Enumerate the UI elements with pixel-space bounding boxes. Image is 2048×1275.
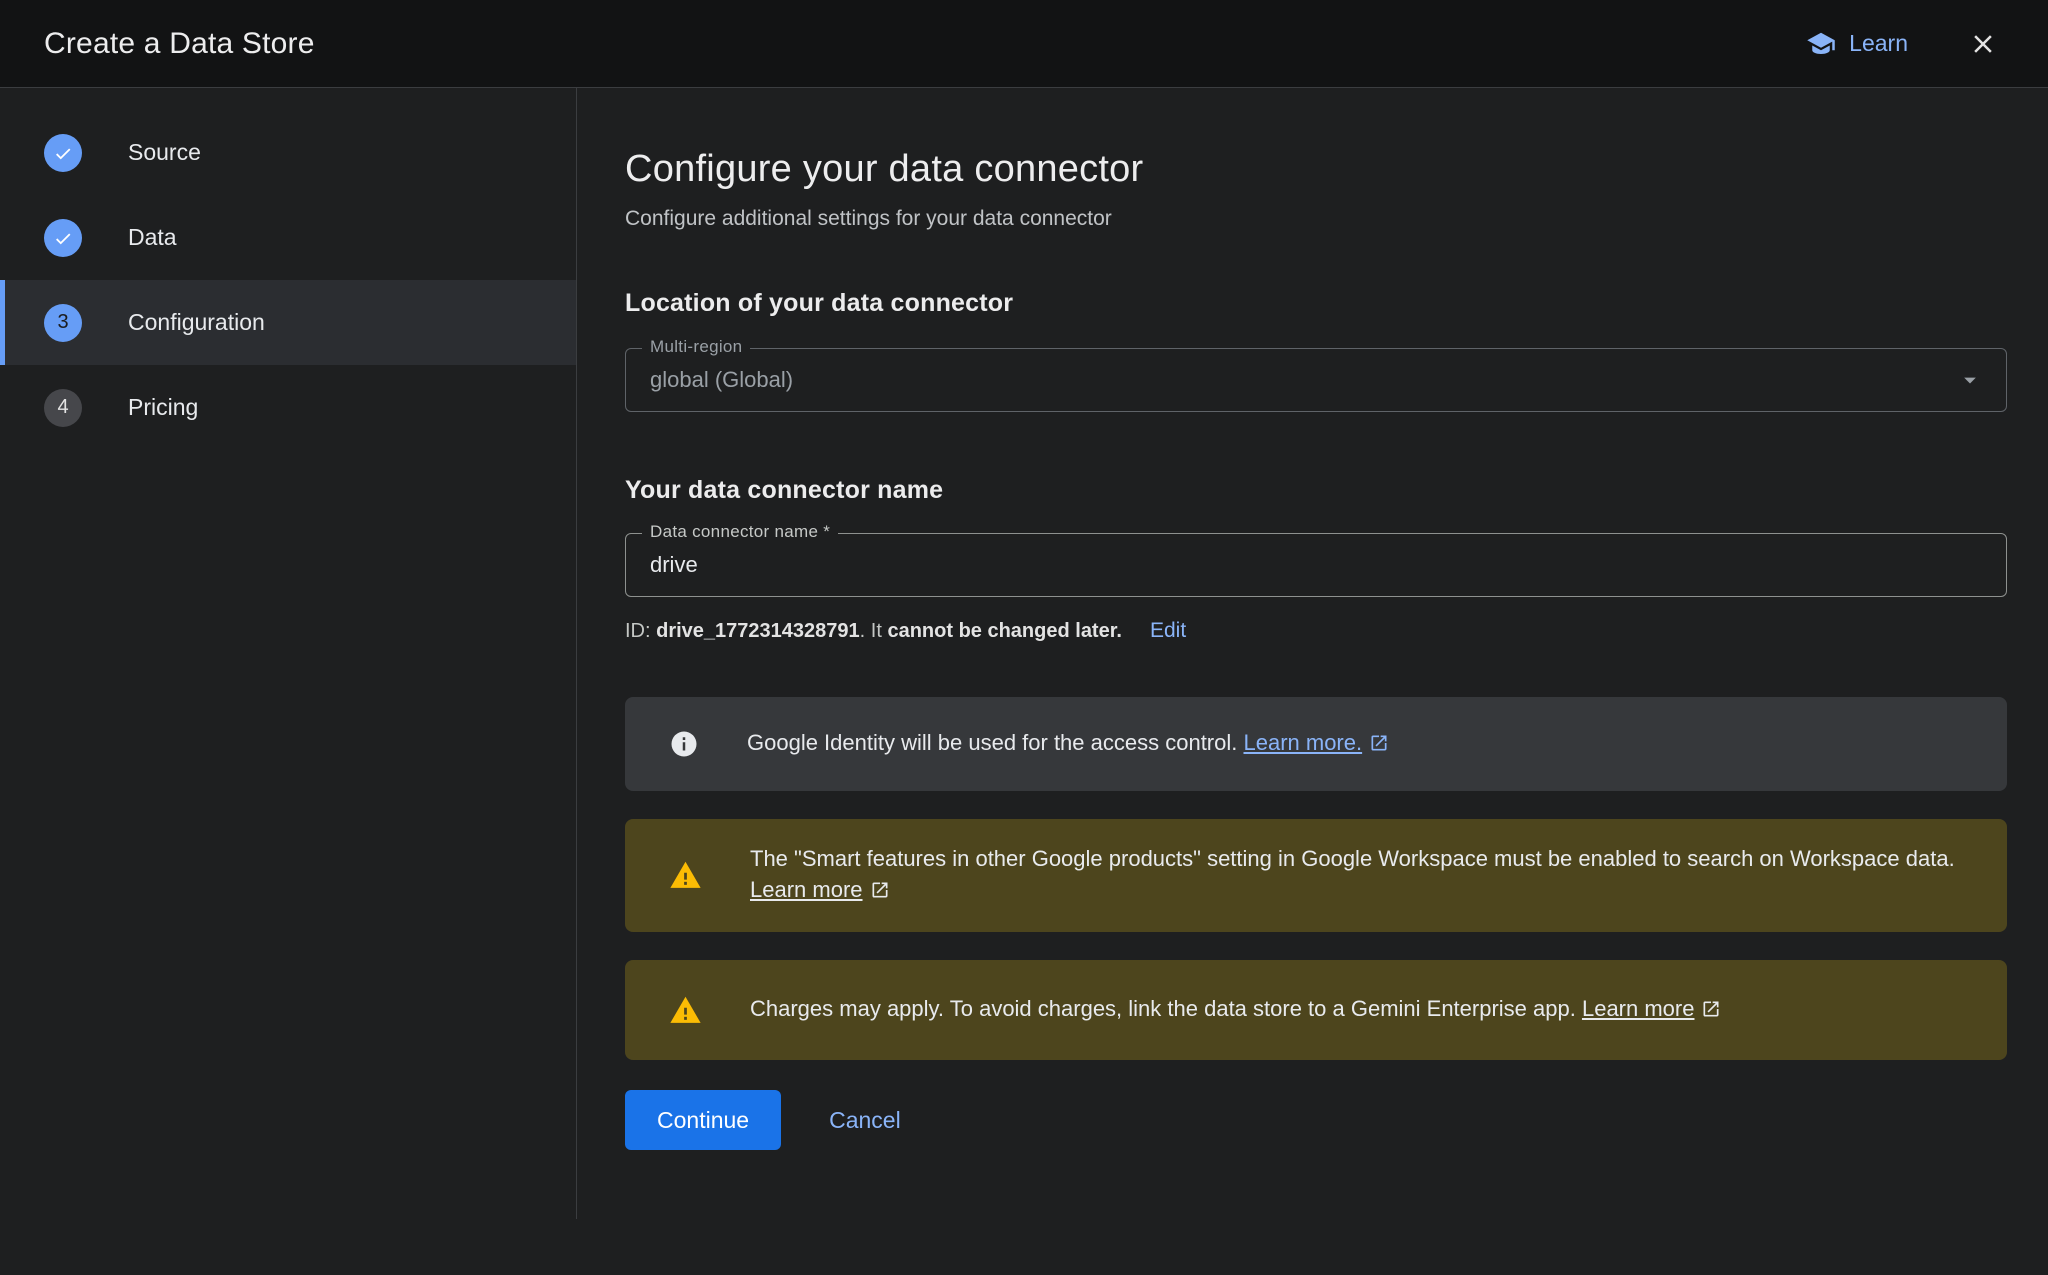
step-number: 3 bbox=[44, 304, 82, 342]
link-label: Learn more bbox=[1582, 996, 1695, 1021]
multi-region-select: Multi-region global (Global) bbox=[625, 348, 2007, 412]
dialog-header: Create a Data Store Learn bbox=[0, 0, 2048, 88]
dialog-body: Source Data 3 Configuration 4 Pricing Co… bbox=[0, 88, 2048, 1274]
active-step-indicator bbox=[0, 280, 5, 365]
connector-id-helper: ID: drive_1772314328791. It cannot be ch… bbox=[625, 619, 2007, 643]
cancel-button[interactable]: Cancel bbox=[829, 1107, 901, 1134]
learn-link[interactable]: Learn bbox=[1806, 29, 1908, 59]
helper-prefix: ID: bbox=[625, 620, 656, 642]
stepper-item-configuration[interactable]: 3 Configuration bbox=[0, 280, 577, 365]
page-title: Configure your data connector bbox=[625, 148, 2007, 191]
edit-id-link[interactable]: Edit bbox=[1150, 619, 1186, 643]
warning-icon bbox=[669, 994, 702, 1027]
step-complete-icon bbox=[44, 219, 82, 257]
helper-bold-text: cannot be changed later. bbox=[887, 620, 1122, 642]
warning-text: Charges may apply. To avoid charges, lin… bbox=[750, 996, 1582, 1021]
name-section-heading: Your data connector name bbox=[625, 476, 2007, 505]
info-learn-more-link[interactable]: Learn more. bbox=[1243, 730, 1389, 755]
smart-features-warning-banner: The "Smart features in other Google prod… bbox=[625, 819, 2007, 932]
header-actions: Learn bbox=[1806, 27, 2000, 61]
page-subtitle: Configure additional settings for your d… bbox=[625, 207, 2007, 231]
chevron-down-icon bbox=[1956, 366, 1984, 394]
close-button[interactable] bbox=[1966, 27, 2000, 61]
charges-warning-banner: Charges may apply. To avoid charges, lin… bbox=[625, 960, 2007, 1060]
info-banner-text: Google Identity will be used for the acc… bbox=[747, 727, 1389, 761]
form-actions: Continue Cancel bbox=[625, 1090, 2007, 1150]
charges-learn-more-link[interactable]: Learn more bbox=[1582, 996, 1722, 1021]
location-section-heading: Location of your data connector bbox=[625, 289, 2007, 318]
connector-id-value: drive_1772314328791 bbox=[656, 620, 860, 642]
link-label: Learn more. bbox=[1243, 730, 1362, 755]
helper-mid: . It bbox=[860, 620, 888, 642]
stepper-item-source[interactable]: Source bbox=[0, 110, 577, 195]
continue-button[interactable]: Continue bbox=[625, 1090, 781, 1150]
step-complete-icon bbox=[44, 134, 82, 172]
external-link-icon bbox=[1369, 730, 1389, 761]
sidebar-divider bbox=[576, 88, 577, 1219]
external-link-icon bbox=[870, 877, 890, 908]
identity-info-banner: Google Identity will be used for the acc… bbox=[625, 697, 2007, 791]
warning-icon bbox=[669, 859, 702, 892]
multi-region-label: Multi-region bbox=[642, 337, 750, 357]
dialog-title: Create a Data Store bbox=[44, 27, 315, 61]
graduation-cap-icon bbox=[1806, 29, 1836, 59]
stepper-sidebar: Source Data 3 Configuration 4 Pricing bbox=[0, 88, 577, 1274]
connector-name-label: Data connector name * bbox=[642, 522, 838, 542]
stepper-item-pricing[interactable]: 4 Pricing bbox=[0, 365, 577, 450]
info-icon bbox=[669, 729, 699, 759]
step-number: 4 bbox=[44, 389, 82, 427]
warning-banner-text: Charges may apply. To avoid charges, lin… bbox=[750, 993, 1721, 1027]
step-label: Configuration bbox=[128, 309, 265, 336]
warning-learn-more-link[interactable]: Learn more bbox=[750, 877, 890, 902]
external-link-icon bbox=[1701, 996, 1721, 1027]
connector-name-field: Data connector name * bbox=[625, 533, 2007, 597]
info-text: Google Identity will be used for the acc… bbox=[747, 730, 1243, 755]
step-label: Source bbox=[128, 139, 201, 166]
configuration-panel: Configure your data connector Configure … bbox=[577, 88, 2048, 1274]
warning-text: The "Smart features in other Google prod… bbox=[750, 846, 1955, 871]
step-label: Data bbox=[128, 224, 177, 251]
multi-region-value: global (Global) bbox=[626, 367, 1956, 393]
warning-banner-text: The "Smart features in other Google prod… bbox=[750, 843, 1967, 908]
connector-name-input[interactable] bbox=[626, 534, 2006, 596]
learn-label: Learn bbox=[1849, 30, 1908, 57]
step-label: Pricing bbox=[128, 394, 198, 421]
link-label: Learn more bbox=[750, 877, 863, 902]
close-icon bbox=[1968, 29, 1998, 59]
stepper-item-data[interactable]: Data bbox=[0, 195, 577, 280]
